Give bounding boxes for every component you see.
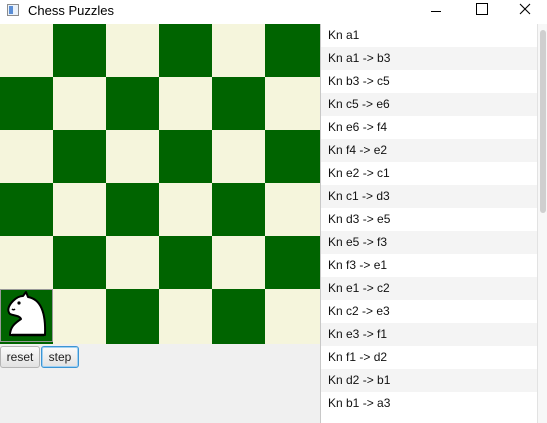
minimize-icon[interactable] [413, 0, 459, 24]
move-list[interactable]: Kn a1 Kn a1 -> b3 Kn b3 -> c5 Kn c5 -> e6 Kn… [320, 24, 547, 423]
square-b6[interactable] [53, 24, 106, 77]
move-list-item[interactable]: Kn e6 -> f4 [321, 116, 547, 139]
move-list-item[interactable]: Kn d3 -> e5 [321, 208, 547, 231]
square-d2[interactable] [159, 236, 212, 289]
move-list-item[interactable]: Kn e1 -> c2 [321, 277, 547, 300]
move-list-item[interactable]: Kn e2 -> c1 [321, 162, 547, 185]
square-c1[interactable] [106, 289, 159, 344]
square-f3[interactable] [265, 183, 320, 236]
square-b5[interactable] [53, 77, 106, 130]
square-a5[interactable] [0, 77, 53, 130]
vertical-scrollbar[interactable] [537, 24, 547, 423]
move-list-item[interactable]: Kn c1 -> d3 [321, 185, 547, 208]
move-list-item[interactable]: Kn a1 [321, 24, 547, 47]
square-f2[interactable] [265, 236, 320, 289]
square-a6[interactable] [0, 24, 53, 77]
move-list-item[interactable]: Kn c5 -> e6 [321, 93, 547, 116]
square-e6[interactable] [212, 24, 265, 77]
square-d6[interactable] [159, 24, 212, 77]
square-a4[interactable] [0, 130, 53, 183]
square-f6[interactable] [265, 24, 320, 77]
move-list-item[interactable]: Kn d2 -> b1 [321, 369, 547, 392]
app-window-icon [7, 4, 19, 16]
square-c3[interactable] [106, 183, 159, 236]
step-button[interactable]: step [41, 346, 79, 368]
square-c6[interactable] [106, 24, 159, 77]
chess-board[interactable] [0, 24, 320, 344]
square-e4[interactable] [212, 130, 265, 183]
move-list-item[interactable]: Kn c2 -> e3 [321, 300, 547, 323]
square-a2[interactable] [0, 236, 53, 289]
square-b2[interactable] [53, 236, 106, 289]
square-b1[interactable] [53, 289, 106, 344]
square-d4[interactable] [159, 130, 212, 183]
square-e2[interactable] [212, 236, 265, 289]
move-list-item[interactable]: Kn e5 -> f3 [321, 231, 547, 254]
maximize-icon[interactable] [459, 0, 505, 24]
square-c4[interactable] [106, 130, 159, 183]
square-d5[interactable] [159, 77, 212, 130]
move-list-item[interactable]: Kn f4 -> e2 [321, 139, 547, 162]
move-list-item[interactable]: Kn e3 -> f1 [321, 323, 547, 346]
square-a1[interactable] [0, 289, 53, 344]
square-d3[interactable] [159, 183, 212, 236]
move-list-item[interactable]: Kn b1 -> a3 [321, 392, 547, 415]
square-e5[interactable] [212, 77, 265, 130]
move-list-item[interactable]: Kn a1 -> b3 [321, 47, 547, 70]
move-list-item[interactable]: Kn f3 -> e1 [321, 254, 547, 277]
square-f5[interactable] [265, 77, 320, 130]
square-f1[interactable] [265, 289, 320, 344]
square-a3[interactable] [0, 183, 53, 236]
square-b3[interactable] [53, 183, 106, 236]
close-icon[interactable] [501, 0, 547, 24]
square-e3[interactable] [212, 183, 265, 236]
window-title: Chess Puzzles [28, 3, 114, 18]
square-c2[interactable] [106, 236, 159, 289]
move-list-item[interactable]: Kn b3 -> c5 [321, 70, 547, 93]
scrollbar-thumb[interactable] [540, 30, 546, 213]
title-bar: Chess Puzzles [0, 0, 547, 24]
square-d1[interactable] [159, 289, 212, 344]
square-b4[interactable] [53, 130, 106, 183]
square-c5[interactable] [106, 77, 159, 130]
move-list-item[interactable]: Kn f1 -> d2 [321, 346, 547, 369]
square-e1[interactable] [212, 289, 265, 344]
reset-button[interactable]: reset [0, 346, 40, 368]
square-f4[interactable] [265, 130, 320, 183]
